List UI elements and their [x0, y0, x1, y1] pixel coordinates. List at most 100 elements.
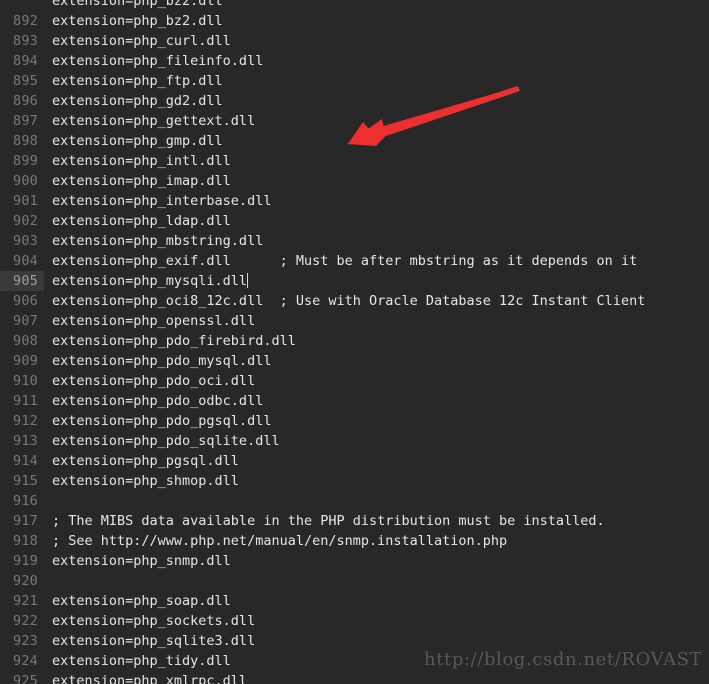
code-line[interactable]: 895 extension=php_ftp.dll: [0, 71, 709, 91]
code-editor-viewport[interactable]: extension=php_bz2.dll 892 extension=php_b…: [0, 0, 709, 684]
code-line[interactable]: 908 extension=php_pdo_firebird.dll: [0, 331, 709, 351]
line-number: 899: [13, 153, 38, 169]
line-content: extension=php_intl.dll: [52, 153, 231, 169]
line-content: extension=php_xmlrpc.dll: [52, 673, 248, 684]
line-content: extension=php_curl.dll: [52, 33, 231, 49]
code-line[interactable]: 921 extension=php_soap.dll: [0, 591, 709, 611]
code-line[interactable]: 898 extension=php_gmp.dll: [0, 131, 709, 151]
line-number: 909: [13, 353, 38, 369]
line-number: 908: [13, 333, 38, 349]
code-line[interactable]: 903 extension=php_mbstring.dll: [0, 231, 709, 251]
text-caret: [246, 273, 248, 288]
code-line[interactable]: 906 extension=php_oci8_12c.dll ; Use with…: [0, 291, 709, 311]
code-line[interactable]: 910 extension=php_pdo_oci.dll: [0, 371, 709, 391]
line-content: extension=php_mysqli.dll: [52, 273, 248, 289]
line-number: 897: [13, 113, 38, 129]
line-content: extension=php_soap.dll: [52, 593, 231, 609]
code-line[interactable]: 917 ; The MIBS data available in the PHP …: [0, 511, 709, 531]
code-line[interactable]: 914 extension=php_pgsql.dll: [0, 451, 709, 471]
line-content: extension=php_pdo_mysql.dll: [52, 353, 272, 369]
code-line[interactable]: 899 extension=php_intl.dll: [0, 151, 709, 171]
line-number: 907: [13, 313, 38, 329]
line-number: 920: [13, 573, 38, 589]
line-number: 917: [13, 513, 38, 529]
line-content: ; The MIBS data available in the PHP dis…: [52, 513, 605, 529]
line-content: [44, 491, 709, 511]
line-number: 915: [13, 473, 38, 489]
line-content: extension=php_snmp.dll: [52, 553, 231, 569]
line-content: extension=php_imap.dll: [52, 173, 231, 189]
line-number: 904: [13, 253, 38, 269]
code-surface[interactable]: extension=php_bz2.dll 892 extension=php_b…: [0, 0, 709, 684]
line-number: 922: [13, 613, 38, 629]
code-line[interactable]: 925 extension=php_xmlrpc.dll: [0, 671, 709, 684]
code-line[interactable]: 907 extension=php_openssl.dll: [0, 311, 709, 331]
line-number: 913: [13, 433, 38, 449]
code-line[interactable]: 892 extension=php_bz2.dll: [0, 11, 709, 31]
code-line[interactable]: 902 extension=php_ldap.dll: [0, 211, 709, 231]
code-line[interactable]: 897 extension=php_gettext.dll: [0, 111, 709, 131]
line-number: 921: [13, 593, 38, 609]
line-number: 925: [13, 673, 38, 684]
line-number: 902: [13, 213, 38, 229]
code-line[interactable]: 894 extension=php_fileinfo.dll: [0, 51, 709, 71]
line-content: extension=php_mbstring.dll: [52, 233, 264, 249]
line-number: 912: [13, 413, 38, 429]
line-number: 918: [13, 533, 38, 549]
line-number: 903: [13, 233, 38, 249]
line-content: extension=php_pdo_oci.dll: [52, 373, 256, 389]
line-content: extension=php_pdo_pgsql.dll: [52, 413, 272, 429]
code-line[interactable]: 920: [0, 571, 709, 591]
line-content: extension=php_pgsql.dll: [52, 453, 239, 469]
line-content: extension=php_sockets.dll: [52, 613, 256, 629]
line-number: 906: [13, 293, 38, 309]
code-line[interactable]: 913 extension=php_pdo_sqlite.dll: [0, 431, 709, 451]
partial-line-above: extension=php_bz2.dll: [0, 0, 709, 11]
code-line[interactable]: 922 extension=php_sockets.dll: [0, 611, 709, 631]
line-content: extension=php_openssl.dll: [52, 313, 256, 329]
line-content: extension=php_gmp.dll: [52, 133, 223, 149]
line-content: extension=php_pdo_sqlite.dll: [52, 433, 280, 449]
line-content: extension=php_bz2.dll: [52, 13, 223, 29]
line-content: extension=php_exif.dll ; Must be after m…: [52, 253, 638, 269]
line-content: extension=php_pdo_firebird.dll: [52, 333, 296, 349]
line-content: extension=php_oci8_12c.dll ; Use with Or…: [52, 293, 646, 309]
code-line[interactable]: 916: [0, 491, 709, 511]
code-line[interactable]: 909 extension=php_pdo_mysql.dll: [0, 351, 709, 371]
code-line[interactable]: 923 extension=php_sqlite3.dll: [0, 631, 709, 651]
code-line[interactable]: 905 extension=php_mysqli.dll: [0, 271, 709, 291]
code-line[interactable]: 915 extension=php_shmop.dll: [0, 471, 709, 491]
line-number: 905: [0, 271, 44, 291]
line-number: 896: [13, 93, 38, 109]
line-content: extension=php_interbase.dll: [52, 193, 272, 209]
line-number: 919: [13, 553, 38, 569]
code-line[interactable]: 918 ; See http://www.php.net/manual/en/sn…: [0, 531, 709, 551]
line-content: extension=php_pdo_odbc.dll: [52, 393, 264, 409]
line-content: [44, 571, 709, 591]
line-number: 923: [13, 633, 38, 649]
line-number: 898: [13, 133, 38, 149]
line-content: extension=php_sqlite3.dll: [52, 633, 256, 649]
line-content: extension=php_shmop.dll: [52, 473, 239, 489]
line-content: ; See http://www.php.net/manual/en/snmp.…: [52, 533, 508, 549]
code-line[interactable]: 911 extension=php_pdo_odbc.dll: [0, 391, 709, 411]
line-number: 893: [13, 33, 38, 49]
code-line[interactable]: 900 extension=php_imap.dll: [0, 171, 709, 191]
code-line[interactable]: 904 extension=php_exif.dll ; Must be afte…: [0, 251, 709, 271]
code-line[interactable]: 896 extension=php_gd2.dll: [0, 91, 709, 111]
line-number: 892: [13, 13, 38, 29]
line-number: 910: [13, 373, 38, 389]
line-number-gutter: [0, 0, 44, 11]
code-line[interactable]: 901 extension=php_interbase.dll: [0, 191, 709, 211]
code-line[interactable]: 919 extension=php_snmp.dll: [0, 551, 709, 571]
line-content: extension=php_ldap.dll: [52, 213, 231, 229]
line-content: extension=php_gettext.dll: [52, 113, 256, 129]
line-number: 895: [13, 73, 38, 89]
line-content: extension=php_fileinfo.dll: [52, 53, 264, 69]
code-line[interactable]: 912 extension=php_pdo_pgsql.dll: [0, 411, 709, 431]
line-content: extension=php_ftp.dll: [52, 73, 223, 89]
code-lines-container[interactable]: 892 extension=php_bz2.dll 893 extension=php…: [0, 11, 709, 684]
watermark-url: http://blog.csdn.net/ROVAST: [424, 649, 703, 670]
line-content: extension=php_gd2.dll: [52, 93, 223, 109]
code-line[interactable]: 893 extension=php_curl.dll: [0, 31, 709, 51]
